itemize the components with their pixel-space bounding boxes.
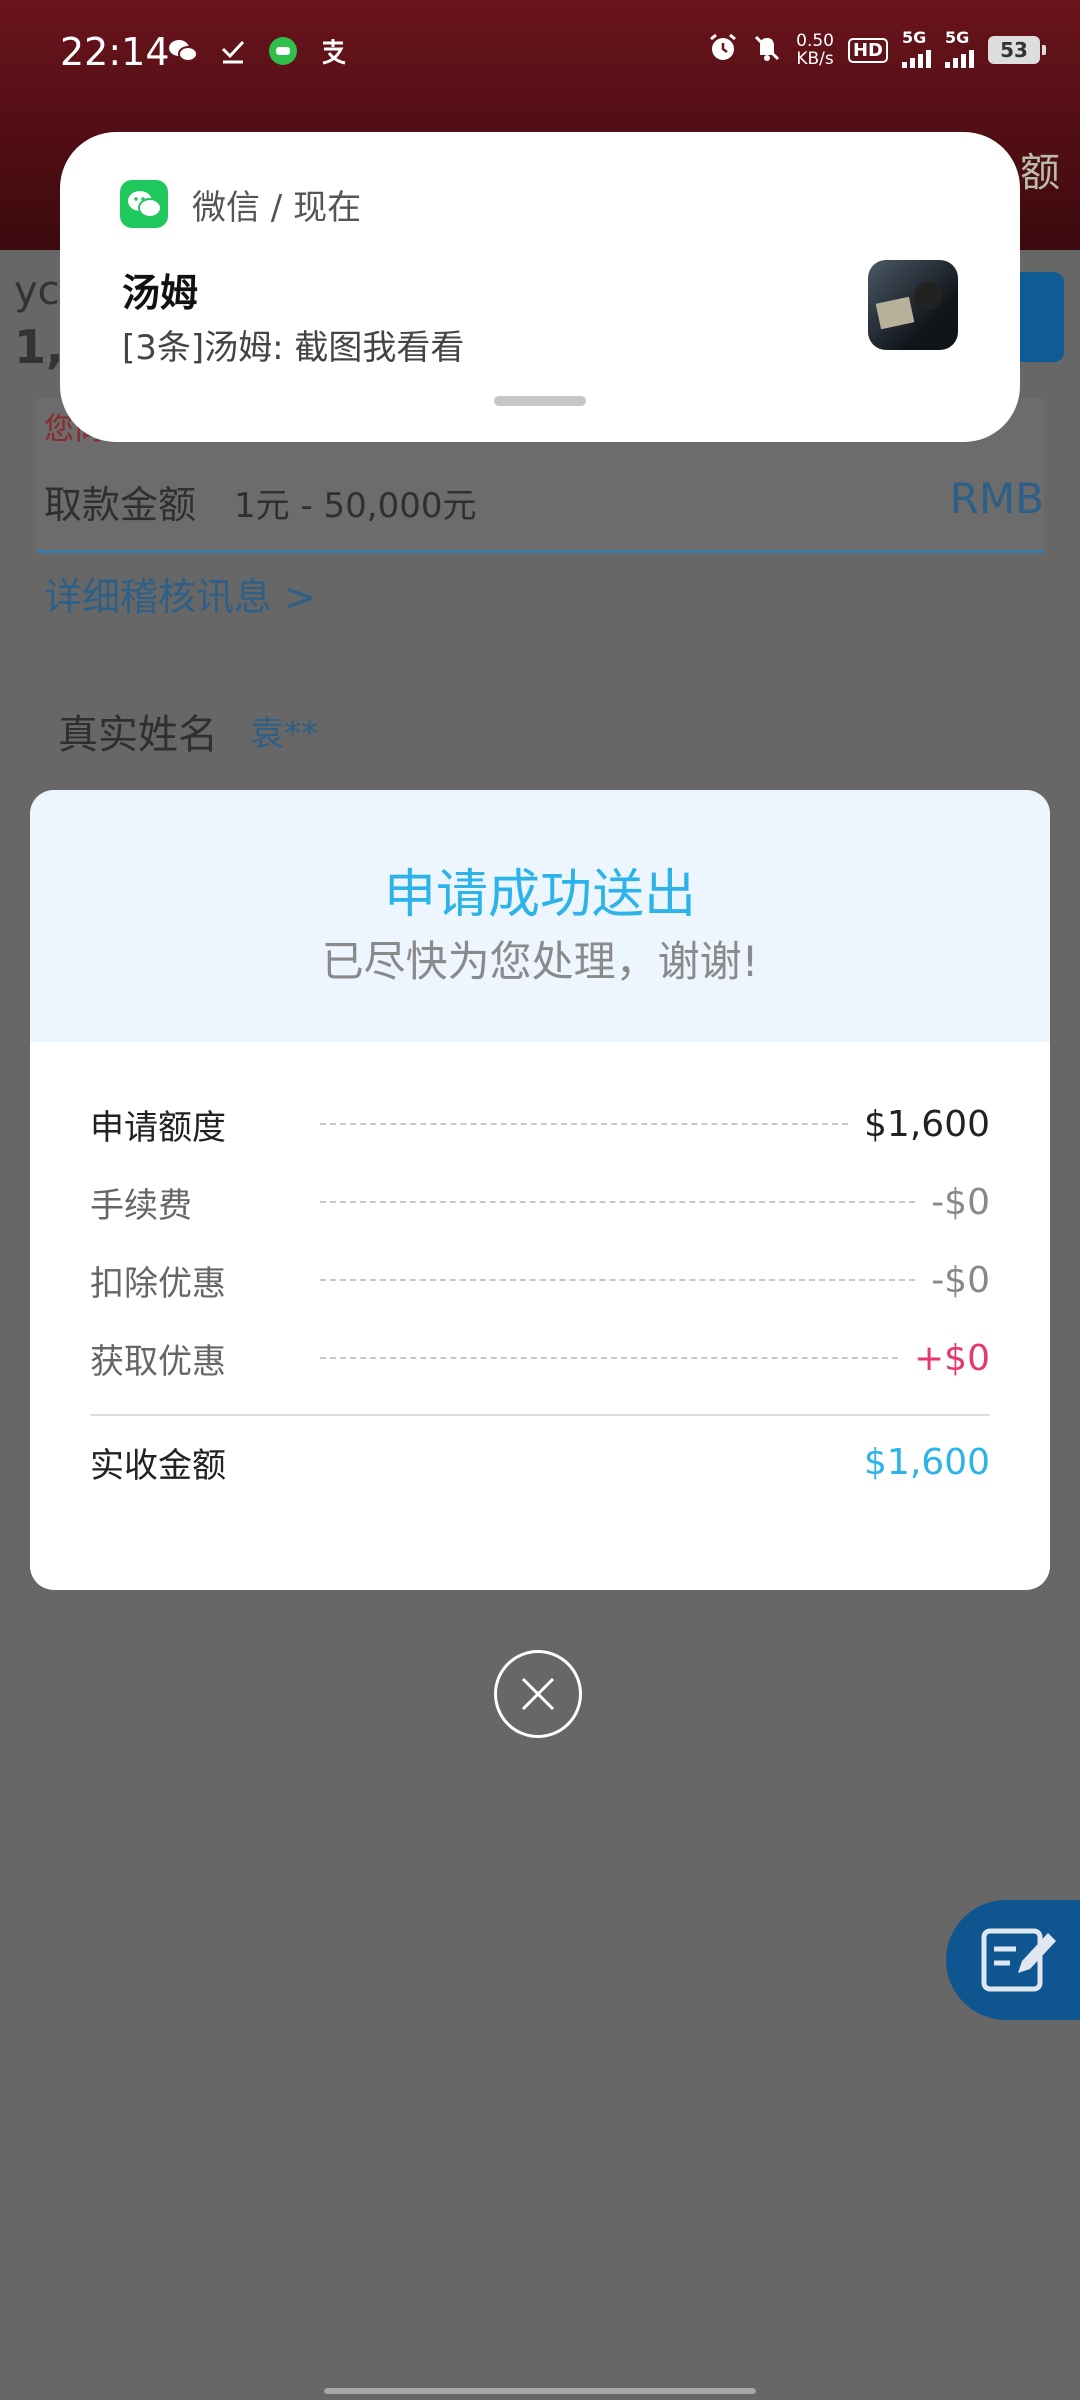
signal-icon: 5G bbox=[945, 28, 974, 68]
network-speed: 0.50 KB/s bbox=[796, 32, 834, 68]
dialog-title: 申请成功送出 bbox=[383, 865, 696, 925]
edit-fab-button[interactable] bbox=[946, 1900, 1080, 2020]
chat-app-icon bbox=[268, 36, 298, 66]
notification-app-name: 微信 / 现在 bbox=[192, 188, 362, 228]
dotted-leader bbox=[320, 1279, 916, 1281]
wechat-icon bbox=[168, 36, 198, 66]
real-name-label: 真实姓名 bbox=[58, 712, 218, 758]
edit-icon bbox=[981, 1928, 1056, 1992]
requested-amount-row: 申请额度 $1,600 bbox=[90, 1094, 990, 1154]
dotted-leader bbox=[320, 1201, 916, 1203]
withdraw-amount-label: 取款金额 bbox=[44, 483, 197, 527]
mute-icon bbox=[752, 33, 782, 67]
signal-icon: 5G bbox=[902, 28, 931, 68]
dotted-leader bbox=[320, 1357, 899, 1359]
dialog-subtitle: 已尽快为您处理，谢谢! bbox=[321, 937, 759, 986]
deduct-discount-row: 扣除优惠 -$0 bbox=[90, 1250, 990, 1310]
row-value: -$0 bbox=[931, 1181, 990, 1223]
username-fragment: yc bbox=[14, 268, 60, 314]
sim2-network-label: 5G bbox=[945, 28, 970, 47]
alarm-icon bbox=[708, 33, 738, 67]
row-value: $1,600 bbox=[864, 1103, 990, 1145]
real-name-value: 袁** bbox=[250, 714, 318, 754]
network-speed-value: 0.50 bbox=[796, 31, 834, 51]
dialog-header: 申请成功送出 已尽快为您处理，谢谢! bbox=[30, 790, 1050, 1042]
close-button[interactable] bbox=[494, 1650, 582, 1738]
success-dialog: 申请成功送出 已尽快为您处理，谢谢! 申请额度 $1,600 手续费 -$0 扣… bbox=[30, 790, 1050, 1590]
sim1-network-label: 5G bbox=[902, 28, 927, 47]
row-label: 获取优惠 bbox=[90, 1341, 226, 1382]
notification-title: 汤姆 bbox=[122, 271, 199, 315]
row-label: 手续费 bbox=[90, 1185, 192, 1226]
hd-voice-badge: HD bbox=[847, 37, 888, 63]
status-bar: 22:14 0.50 KB/s HD 5G 5G 53 bbox=[0, 0, 1080, 110]
notification-body: [3条]汤姆: 截图我看看 bbox=[122, 328, 465, 368]
audit-detail-link[interactable]: 详细稽核讯息 > bbox=[44, 566, 316, 621]
dotted-leader bbox=[320, 1123, 849, 1125]
wechat-notification[interactable]: 微信 / 现在 汤姆 [3条]汤姆: 截图我看看 bbox=[60, 132, 1020, 442]
currency-label: RMB bbox=[949, 474, 1044, 523]
fee-row: 手续费 -$0 bbox=[90, 1172, 990, 1232]
home-indicator[interactable] bbox=[324, 2388, 756, 2394]
status-time: 22:14 bbox=[60, 30, 170, 74]
close-icon bbox=[521, 1677, 555, 1711]
row-value: -$0 bbox=[931, 1259, 990, 1301]
battery-icon: 53 bbox=[988, 36, 1046, 64]
sender-avatar bbox=[868, 260, 958, 350]
withdraw-amount-input[interactable]: 1元 - 50,000元 bbox=[234, 478, 476, 527]
total-received-row: 实收金额 $1,600 bbox=[90, 1432, 990, 1492]
row-label: 扣除优惠 bbox=[90, 1263, 226, 1304]
bonus-discount-row: 获取优惠 +$0 bbox=[90, 1328, 990, 1388]
network-speed-unit: KB/s bbox=[796, 49, 834, 69]
divider bbox=[90, 1414, 990, 1416]
row-label: 申请额度 bbox=[90, 1107, 226, 1148]
total-value: $1,600 bbox=[864, 1441, 990, 1483]
total-label: 实收金额 bbox=[90, 1445, 226, 1486]
header-right-text: 额 bbox=[1020, 150, 1060, 196]
row-value: +$0 bbox=[914, 1337, 990, 1379]
alipay-icon bbox=[318, 36, 348, 66]
wechat-icon bbox=[120, 180, 168, 228]
notification-drag-handle[interactable] bbox=[494, 396, 586, 406]
task-done-icon bbox=[218, 36, 248, 66]
